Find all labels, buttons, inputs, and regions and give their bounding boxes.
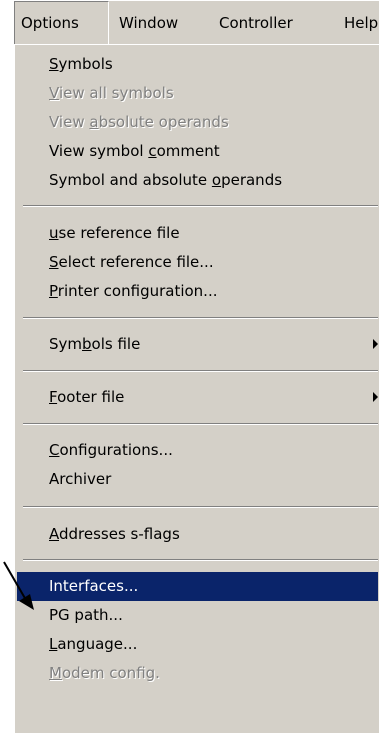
menu-bar: Options Window Controller Help: [14, 0, 379, 45]
menu-item-label: PG path...: [49, 606, 123, 624]
arrow-pointer-icon: [3, 561, 34, 610]
menubar-help-label: Help: [344, 14, 379, 32]
menu-item-language[interactable]: Language...: [17, 630, 378, 659]
menu-separator: [23, 559, 378, 561]
menu-item-view-absolute-operands[interactable]: View absolute operands: [17, 108, 378, 137]
menu-item-label: Footer file: [49, 388, 125, 406]
menubar-help[interactable]: Help: [344, 1, 378, 45]
menu-item-interfaces[interactable]: Interfaces...: [17, 572, 378, 601]
menu-item-label: View symbol comment: [49, 142, 220, 160]
menubar-window[interactable]: Window: [119, 1, 178, 45]
menu-item-label: Symbols file: [49, 335, 141, 353]
menubar-controller[interactable]: Controller: [219, 1, 293, 45]
menu-item-label: Select reference file...: [49, 253, 214, 271]
menu-item-label: Configurations...: [49, 441, 173, 459]
menu-item-label: Symbol and absolute operands: [49, 171, 283, 189]
menu-item-label: View absolute operands: [49, 113, 229, 131]
menubar-options[interactable]: Options: [14, 1, 109, 45]
menu-item-footer-file[interactable]: Footer file: [17, 383, 378, 412]
menu-item-printer-configuration[interactable]: Printer configuration...: [17, 277, 378, 306]
menu-item-label: Archiver: [49, 470, 112, 488]
menu-item-view-symbol-comment[interactable]: View symbol comment: [17, 137, 378, 166]
menu-item-archiver[interactable]: Archiver: [17, 465, 378, 494]
menu-item-addresses-s-flags[interactable]: Addresses s-flags: [17, 520, 378, 549]
chevron-right-icon: [373, 392, 378, 402]
menu-separator: [23, 370, 378, 372]
menu-item-use-reference-file[interactable]: use reference file: [17, 219, 378, 248]
menubar-window-label: Window: [119, 14, 179, 32]
menu-item-symbols-file[interactable]: Symbols file: [17, 330, 378, 359]
menu-item-configurations[interactable]: Configurations...: [17, 436, 378, 465]
menu-item-label: Printer configuration...: [49, 282, 218, 300]
menu-item-label: Addresses s-flags: [49, 525, 180, 543]
menu-item-pg-path[interactable]: PG path...: [17, 601, 378, 630]
menu-item-label: Modem config.: [49, 664, 160, 682]
menu-item-label: Symbols: [49, 55, 113, 73]
menu-separator: [23, 506, 378, 508]
menu-item-view-all-symbols[interactable]: View all symbols: [17, 79, 378, 108]
menu-item-select-reference-file[interactable]: Select reference file...: [17, 248, 378, 277]
menu-item-label: Language...: [49, 635, 138, 653]
menu-separator: [23, 423, 378, 425]
menu-item-label: View all symbols: [49, 84, 174, 102]
menubar-controller-label: Controller: [219, 14, 293, 32]
menu-separator: [23, 205, 378, 207]
chevron-right-icon: [373, 339, 378, 349]
menu-item-symbols[interactable]: Symbols: [17, 50, 378, 79]
menu-item-modem-config[interactable]: Modem config.: [17, 659, 378, 688]
menu-item-label: use reference file: [49, 224, 180, 242]
menu-separator: [23, 317, 378, 319]
menubar-options-label: Options: [21, 14, 79, 32]
menu-item-label: Interfaces...: [49, 577, 139, 595]
menu-item-symbol-and-absolute-operands[interactable]: Symbol and absolute operands: [17, 166, 378, 195]
options-dropdown-menu: Symbols View all symbols View absolute o…: [14, 44, 379, 733]
